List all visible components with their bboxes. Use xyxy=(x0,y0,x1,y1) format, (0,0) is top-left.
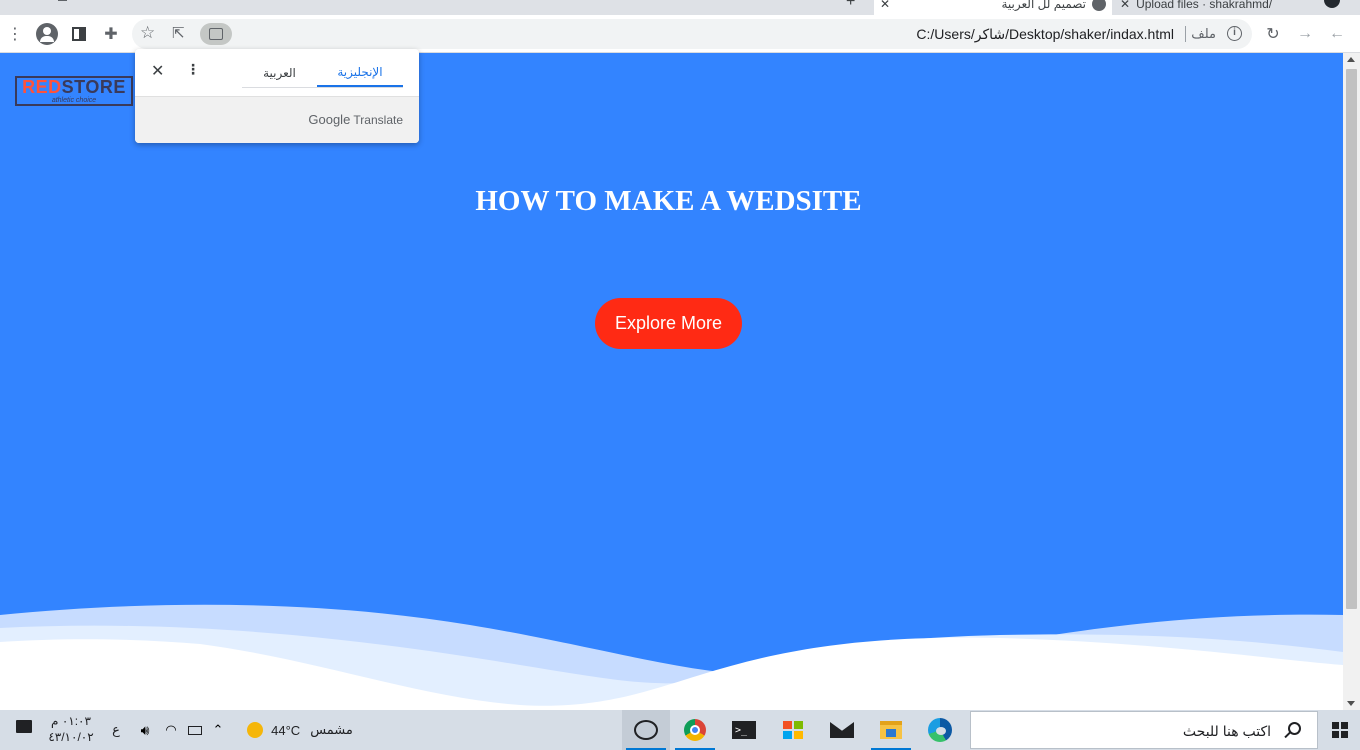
close-icon[interactable]: ✕ xyxy=(151,61,164,81)
new-tab-icon[interactable]: + xyxy=(846,0,855,11)
translate-icon[interactable] xyxy=(200,23,232,45)
hero-title: HOW TO MAKE A WEDSITE xyxy=(475,185,862,217)
address-separator xyxy=(1185,26,1186,42)
explore-more-button[interactable]: Explore More xyxy=(595,298,742,349)
web-page: REDSTORE athletic choice HOW TO MAKE A W… xyxy=(0,53,1343,710)
reload-icon[interactable]: ↻ xyxy=(1262,23,1284,45)
close-tab-icon[interactable]: ✕ xyxy=(1120,0,1130,11)
logo-tagline: athletic choice xyxy=(51,97,97,104)
clock-time: ٠١:٠٣ م xyxy=(51,714,91,728)
scroll-down-arrow-icon[interactable] xyxy=(1347,701,1355,706)
terminal-icon[interactable]: >_ xyxy=(720,710,768,750)
tab-active[interactable]: ✕ تصميم لل العربية xyxy=(874,0,1112,15)
volume-icon[interactable]: 🔊︎ xyxy=(134,710,156,750)
search-icon xyxy=(1288,722,1301,735)
notifications-icon[interactable] xyxy=(16,720,36,740)
photos-app-icon[interactable] xyxy=(622,710,670,750)
close-tab-icon[interactable]: ✕ xyxy=(880,0,890,11)
chrome-icon[interactable] xyxy=(671,710,719,750)
logo-red-text: RED xyxy=(22,77,62,97)
address-bar[interactable]: ☆ ⇱ C:/Users/شاكر/Desktop/shaker/indax.h… xyxy=(132,19,1252,49)
sun-icon xyxy=(247,722,264,738)
extensions-icon[interactable]: ✚ xyxy=(100,23,122,45)
tab-divider xyxy=(242,87,403,88)
file-explorer-icon[interactable] xyxy=(867,710,915,750)
tab-source-language[interactable]: الإنجليزية xyxy=(317,59,403,87)
share-icon[interactable]: ⇱ xyxy=(172,24,185,42)
battery-icon[interactable] xyxy=(184,710,206,750)
weather-widget[interactable]: 44°C مشمس xyxy=(240,710,360,750)
address-url[interactable]: C:/Users/شاكر/Desktop/shaker/indax.html xyxy=(916,26,1174,43)
address-scheme-label: ملف xyxy=(1191,26,1216,41)
more-options-icon[interactable]: ⋮ xyxy=(186,61,200,78)
chevron-up-icon[interactable]: ⌃ xyxy=(208,710,228,750)
maximize-icon[interactable] xyxy=(58,0,67,1)
tab-label: تصميم لل العربية xyxy=(1001,0,1087,11)
weather-temperature: 44°C xyxy=(271,722,301,738)
github-icon xyxy=(1324,0,1340,8)
minimize-icon[interactable]: — xyxy=(8,0,18,5)
site-info-icon[interactable]: i xyxy=(1227,26,1242,41)
search-placeholder: اكتب هنا للبحث xyxy=(1182,723,1271,739)
translate-footer: Google Translate xyxy=(135,96,419,143)
scroll-up-arrow-icon[interactable] xyxy=(1347,57,1355,62)
tab-favicon-icon xyxy=(1092,0,1106,11)
edge-icon[interactable] xyxy=(916,710,964,750)
system-clock[interactable]: ٠١:٠٣ م ٤٣/١٠/٠٢ xyxy=(44,713,98,745)
browser-toolbar: ⋮ ✚ ☆ ⇱ C:/Users/شاكر/Desktop/shaker/ind… xyxy=(0,15,1360,53)
translate-popup: ✕ ⋮ العربية الإنجليزية Google Translate xyxy=(135,49,419,143)
windows-taskbar: ٠١:٠٣ م ٤٣/١٠/٠٢ ع 🔊︎ ◠ ⌃ 44°C مشمس >_ ا… xyxy=(0,710,1360,750)
store-icon[interactable] xyxy=(769,710,817,750)
weather-label: مشمس xyxy=(310,722,353,737)
scrollbar-thumb[interactable] xyxy=(1346,69,1357,609)
profile-icon[interactable] xyxy=(36,23,58,45)
tab-upload-files[interactable]: ✕ Upload files · shakrahmd/ xyxy=(1114,0,1314,15)
start-button[interactable] xyxy=(1320,710,1360,750)
site-logo[interactable]: REDSTORE athletic choice xyxy=(15,76,133,106)
logo-store-text: STORE xyxy=(61,77,126,97)
back-icon[interactable]: → xyxy=(1294,23,1316,45)
windows-logo-icon xyxy=(1332,722,1348,738)
page-scrollbar[interactable] xyxy=(1343,53,1360,710)
forward-icon[interactable]: ← xyxy=(1326,23,1348,45)
mail-icon[interactable] xyxy=(818,710,866,750)
tab-label: Upload files · shakrahmd/ xyxy=(1136,0,1273,11)
screen: — + ✕ تصميم لل العربية ✕ Upload files · … xyxy=(0,0,1360,750)
keyboard-language[interactable]: ع xyxy=(108,710,124,750)
tab-strip: — + ✕ تصميم لل العربية ✕ Upload files · … xyxy=(0,0,1360,15)
side-panel-icon[interactable] xyxy=(68,23,90,45)
menu-icon[interactable]: ⋮ xyxy=(4,23,26,45)
wifi-icon[interactable]: ◠ xyxy=(160,710,182,750)
bookmark-star-icon[interactable]: ☆ xyxy=(140,23,155,43)
tab-target-language[interactable]: العربية xyxy=(242,59,317,87)
clock-date: ٤٣/١٠/٠٢ xyxy=(48,730,94,744)
wave-decoration xyxy=(0,604,1343,710)
taskbar-search[interactable]: اكتب هنا للبحث xyxy=(970,711,1318,749)
google-translate-brand: Google Translate xyxy=(308,112,403,127)
